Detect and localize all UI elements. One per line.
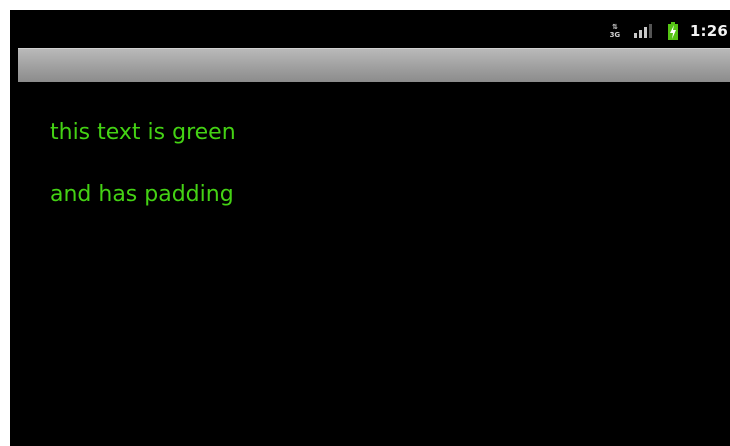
status-clock: 1:26 bbox=[689, 22, 728, 40]
title-bar bbox=[18, 48, 730, 82]
battery-charging-icon bbox=[667, 22, 678, 40]
network-3g-icon: ⇅ 3G bbox=[608, 22, 622, 40]
network-activity-label: ⇅ bbox=[611, 23, 618, 31]
status-icons: ⇅ 3G 1:26 bbox=[608, 20, 728, 42]
signal-strength-icon bbox=[633, 22, 656, 40]
status-bar: ⇅ 3G 1:26 bbox=[10, 10, 730, 47]
content-area: this text is green and has padding bbox=[50, 118, 236, 242]
green-text-line-1: this text is green bbox=[50, 120, 236, 145]
green-text-line-2: and has padding bbox=[50, 182, 234, 207]
device-screen: ⇅ 3G 1:26 this text is green and has pad… bbox=[10, 10, 730, 446]
network-type-label: 3G bbox=[609, 31, 621, 39]
